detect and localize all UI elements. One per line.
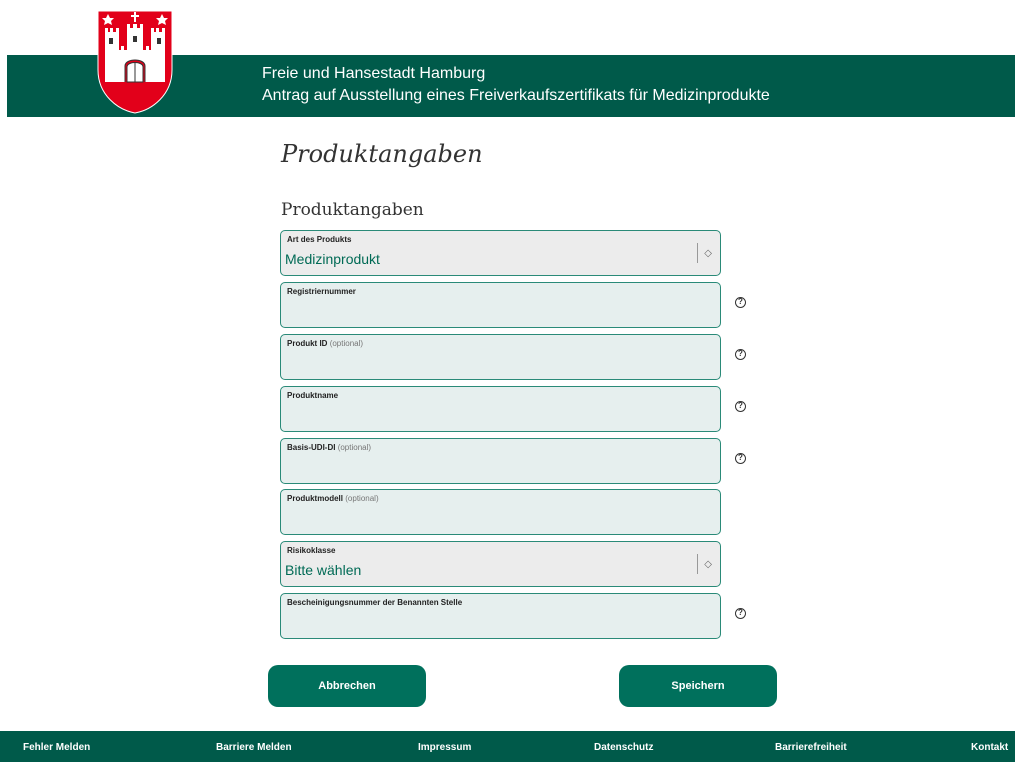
footer-link-barrierefreiheit[interactable]: Barrierefreiheit: [775, 742, 847, 753]
page-title: Produktangaben: [281, 140, 483, 168]
field-label: Produkt ID (optional): [287, 339, 364, 348]
field-value: Medizinprodukt: [285, 251, 380, 267]
save-button[interactable]: Speichern: [619, 665, 777, 707]
produkt-id-field[interactable]: Produkt ID (optional): [280, 334, 721, 380]
field-label: Basis-UDI-DI (optional): [287, 443, 372, 452]
footer-link-impressum[interactable]: Impressum: [418, 742, 471, 753]
field-label: Art des Produkts: [287, 235, 352, 244]
footer: Fehler Melden Barriere Melden Impressum …: [0, 731, 1015, 762]
field-label: Produktmodell (optional): [287, 494, 379, 503]
art-des-produkts-select[interactable]: Art des Produkts Medizinprodukt ◇: [280, 230, 721, 276]
produktmodell-field[interactable]: Produktmodell (optional): [280, 489, 721, 535]
section-title: Produktangaben: [281, 200, 424, 220]
help-icon[interactable]: ?: [735, 608, 746, 619]
field-label: Produktname: [287, 391, 339, 400]
basis-udi-di-field[interactable]: Basis-UDI-DI (optional): [280, 438, 721, 484]
field-label: Risikoklasse: [287, 546, 336, 555]
field-value: Bitte wählen: [285, 562, 362, 578]
field-label: Registriernummer: [287, 287, 356, 296]
footer-link-fehler-melden[interactable]: Fehler Melden: [23, 742, 90, 753]
risikoklasse-select[interactable]: Risikoklasse Bitte wählen ◇: [280, 541, 721, 587]
help-icon[interactable]: ?: [735, 349, 746, 360]
footer-link-barriere-melden[interactable]: Barriere Melden: [216, 742, 292, 753]
chevron-up-down-icon: ◇: [697, 243, 712, 263]
registriernummer-field[interactable]: Registriernummer: [280, 282, 721, 328]
footer-link-datenschutz[interactable]: Datenschutz: [594, 742, 653, 753]
produktname-field[interactable]: Produktname: [280, 386, 721, 432]
bescheinigungsnummer-field[interactable]: Bescheinigungsnummer der Benannten Stell…: [280, 593, 721, 639]
help-icon[interactable]: ?: [735, 401, 746, 412]
chevron-up-down-icon: ◇: [697, 554, 712, 574]
cancel-button[interactable]: Abbrechen: [268, 665, 426, 707]
header-organization: Freie und Hansestadt Hamburg: [262, 65, 486, 82]
header-title: Antrag auf Ausstellung eines Freiverkauf…: [262, 87, 770, 104]
help-icon[interactable]: ?: [735, 297, 746, 308]
field-label: Bescheinigungsnummer der Benannten Stell…: [287, 598, 463, 607]
footer-link-kontakt[interactable]: Kontakt: [971, 742, 1008, 753]
help-icon[interactable]: ?: [735, 453, 746, 464]
hamburg-crest-logo: [97, 10, 173, 114]
